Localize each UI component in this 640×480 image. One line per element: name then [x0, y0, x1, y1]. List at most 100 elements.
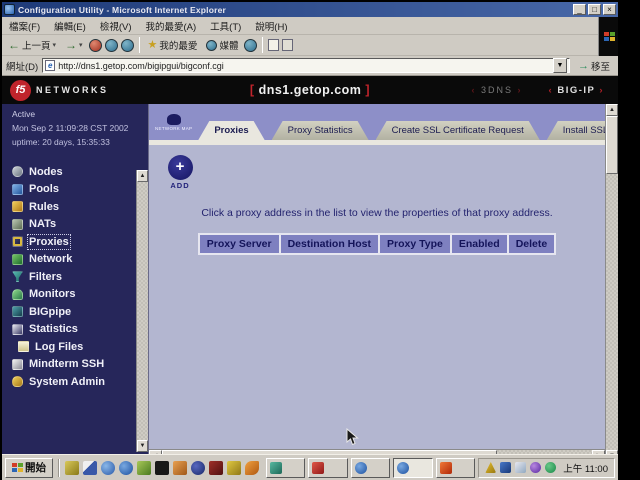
task-button[interactable]: [308, 458, 347, 478]
address-input-box: e ▼: [42, 58, 570, 73]
sidebar-item-statistics[interactable]: Statistics: [12, 321, 136, 339]
tray-icon[interactable]: [545, 462, 556, 473]
vertical-scrollbar[interactable]: ▲ ▼: [605, 104, 618, 462]
proxies-icon: [12, 236, 23, 247]
sidebar-item-bigpipe[interactable]: BIGpipe: [12, 303, 136, 321]
system-uptime: uptime: 20 days, 15:35:33: [12, 137, 136, 147]
tab-proxies[interactable]: Proxies: [198, 121, 264, 140]
ie-launch-icon[interactable]: [119, 461, 133, 475]
stop-button[interactable]: [89, 39, 102, 52]
task-button[interactable]: [351, 458, 390, 478]
task-button-active[interactable]: [393, 458, 432, 478]
proxy-table-header-row: Proxy Server Destination Host Proxy Type…: [198, 233, 556, 255]
forward-button[interactable]: → ▾: [62, 38, 86, 52]
column-header-delete: Delete: [508, 234, 556, 254]
scroll-up-icon[interactable]: ▲: [137, 170, 148, 182]
scrollbar-track[interactable]: [606, 174, 618, 450]
show-desktop-icon[interactable]: [83, 461, 97, 475]
start-button[interactable]: 開始: [5, 458, 53, 478]
sidebar-item-nats[interactable]: NATs: [12, 216, 136, 234]
scrollbar-thumb[interactable]: [606, 116, 618, 174]
system-datetime: Mon Sep 2 11:09:28 CST 2002: [12, 123, 136, 133]
back-arrow-icon: ←: [8, 39, 20, 51]
maximize-button[interactable]: □: [588, 4, 601, 15]
quicklaunch-icon[interactable]: [209, 461, 223, 475]
system-tray: 上午 11:00: [478, 458, 615, 478]
statistics-icon: [12, 324, 23, 335]
menu-favorites[interactable]: 我的最愛(A): [138, 17, 203, 35]
forward-dropdown-icon[interactable]: ▾: [79, 41, 83, 49]
sidebar-item-network[interactable]: Network: [12, 251, 136, 269]
menu-view[interactable]: 檢視(V): [93, 17, 139, 35]
quicklaunch-icon[interactable]: [155, 461, 169, 475]
menu-tools[interactable]: 工具(T): [203, 17, 248, 35]
quicklaunch-icon[interactable]: [65, 461, 79, 475]
minimize-button[interactable]: _: [573, 4, 586, 15]
desktop: Configuration Utility - Microsoft Intern…: [2, 2, 618, 478]
sidebar-scrollbar[interactable]: ▲ ▼: [136, 170, 148, 452]
quicklaunch-icon[interactable]: [101, 461, 115, 475]
tab-install-ssl-certificate[interactable]: Install SSL Certificate: [547, 121, 605, 140]
logfiles-icon: [18, 341, 29, 352]
red-mark-icon: ›: [518, 85, 523, 95]
column-header-destination-host: Destination Host: [280, 234, 379, 254]
windows-flag-icon: [12, 463, 22, 472]
home-button[interactable]: [121, 39, 134, 52]
network-map-button[interactable]: NETWORK MAP: [155, 104, 192, 140]
forward-arrow-icon: →: [65, 39, 77, 51]
quicklaunch-icon[interactable]: [227, 461, 241, 475]
tab-create-ssl-certificate-request[interactable]: Create SSL Certificate Request: [376, 121, 540, 140]
sidebar-item-mindterm-ssh[interactable]: Mindterm SSH: [12, 356, 136, 374]
back-dropdown-icon[interactable]: ▾: [53, 41, 57, 49]
menu-file[interactable]: 檔案(F): [2, 17, 47, 35]
red-mark-icon: ‹: [471, 85, 476, 95]
sidebar-item-nodes[interactable]: Nodes: [12, 163, 136, 181]
tray-icon[interactable]: [485, 462, 496, 473]
windows-flag-icon: [604, 32, 614, 41]
quicklaunch-icon[interactable]: [191, 461, 205, 475]
sidebar-item-monitors[interactable]: Monitors: [12, 286, 136, 304]
sidebar-item-pools[interactable]: Pools: [12, 181, 136, 199]
media-button[interactable]: 媒體: [203, 37, 241, 53]
tab-proxy-statistics[interactable]: Proxy Statistics: [272, 121, 369, 140]
quicklaunch-icon[interactable]: [137, 461, 151, 475]
sidebar-item-proxies[interactable]: Proxies: [12, 233, 136, 251]
bigpipe-icon: [12, 306, 23, 317]
sidebar-item-rules[interactable]: Rules: [12, 198, 136, 216]
add-proxy-button[interactable]: + ADD: [165, 155, 195, 190]
refresh-button[interactable]: [105, 39, 118, 52]
quicklaunch-icon[interactable]: [173, 461, 187, 475]
column-header-proxy-type: Proxy Type: [379, 234, 451, 254]
sidebar-nav: Nodes Pools Rules NATs Proxies: [12, 163, 136, 391]
scroll-down-icon[interactable]: ▼: [137, 440, 148, 452]
left-bracket: [: [250, 83, 255, 97]
system-admin-icon: [12, 376, 23, 387]
task-button[interactable]: [266, 458, 305, 478]
mail-button[interactable]: [268, 39, 279, 51]
history-button[interactable]: [244, 39, 257, 52]
title-bar: Configuration Utility - Microsoft Intern…: [2, 2, 618, 17]
menu-help[interactable]: 說明(H): [248, 17, 294, 35]
tray-icon[interactable]: [530, 462, 541, 473]
address-input[interactable]: [58, 61, 553, 71]
quicklaunch-icon[interactable]: [245, 461, 259, 475]
scroll-up-icon[interactable]: ▲: [606, 104, 618, 116]
address-dropdown-icon[interactable]: ▼: [553, 58, 567, 73]
close-button[interactable]: ×: [603, 4, 616, 15]
toolbar: ← 上一頁 ▾ → ▾ ★ 我的最愛 媒體: [2, 35, 618, 56]
menu-edit[interactable]: 編輯(E): [47, 17, 93, 35]
taskbar: 開始: [2, 454, 618, 480]
network-icon: [12, 254, 23, 265]
tray-icon[interactable]: [515, 462, 526, 473]
sidebar-item-system-admin[interactable]: System Admin: [12, 373, 136, 391]
task-button[interactable]: [436, 458, 475, 478]
tray-icon[interactable]: [500, 462, 511, 473]
go-button[interactable]: → 移至: [574, 59, 614, 73]
print-button[interactable]: [282, 39, 293, 51]
scrollbar-track[interactable]: [137, 182, 148, 440]
favorites-button[interactable]: ★ 我的最愛: [145, 37, 201, 53]
sidebar-item-log-files[interactable]: Log Files: [12, 338, 136, 356]
back-button[interactable]: ← 上一頁 ▾: [5, 37, 59, 53]
sidebar-item-filters[interactable]: Filters: [12, 268, 136, 286]
ie-window-icon[interactable]: [4, 4, 15, 15]
